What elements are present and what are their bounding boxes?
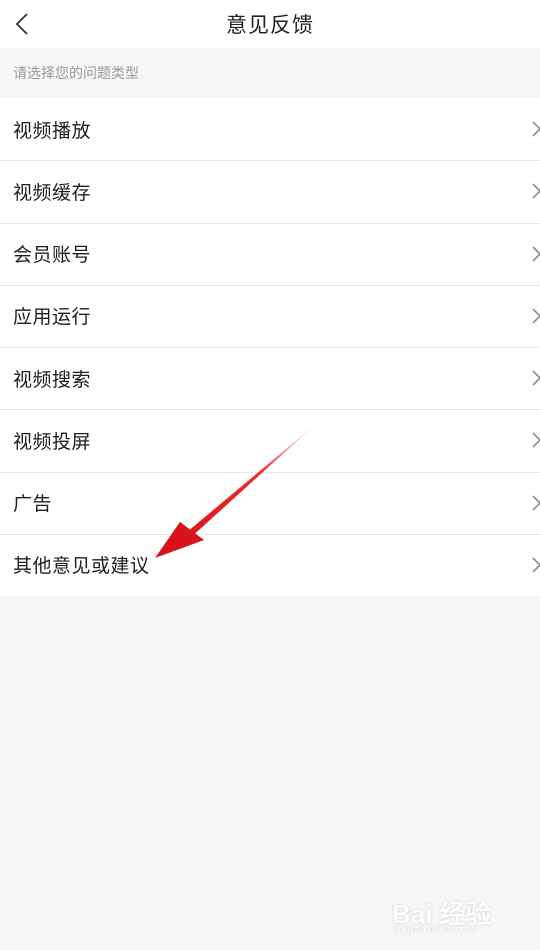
back-button[interactable] [4, 6, 40, 42]
section-hint: 请选择您的问题类型 [13, 66, 139, 82]
watermark-logo: Bai 经验 [392, 899, 492, 929]
issue-item-ads[interactable]: 广告 [0, 471, 540, 534]
issue-item-label: 视频缓存 [13, 181, 92, 204]
chevron-right-icon [532, 121, 540, 137]
issue-item-label: 视频播放 [13, 119, 92, 142]
issue-item-label: 其他意见或建议 [13, 555, 150, 578]
chevron-right-icon [532, 246, 540, 262]
issue-item-label: 视频搜索 [13, 368, 92, 391]
watermark-url: jingyan.baidu.com [394, 924, 475, 935]
issue-item-video-search[interactable]: 视频搜索 [0, 347, 540, 409]
issue-item-label: 视频投屏 [13, 430, 92, 453]
issue-item-video-playback[interactable]: 视频播放 [0, 98, 540, 160]
chevron-right-icon [532, 308, 540, 324]
issue-type-list: 视频播放 视频缓存 会员账号 应用运行 视频搜索 视频投屏 广告 其他意见或建议 [0, 98, 540, 596]
issue-item-member-account[interactable]: 会员账号 [0, 222, 540, 285]
page-title: 意见反馈 [226, 13, 314, 37]
issue-item-app-running[interactable]: 应用运行 [0, 284, 540, 347]
issue-item-label: 广告 [13, 493, 53, 516]
issue-item-video-cast[interactable]: 视频投屏 [0, 409, 540, 471]
feedback-screen: 意见反馈 请选择您的问题类型 视频播放 视频缓存 会员账号 应用运行 视频搜索 … [0, 0, 540, 950]
chevron-right-icon [532, 557, 540, 573]
chevron-left-icon [15, 13, 28, 35]
issue-item-label: 会员账号 [13, 244, 92, 267]
chevron-right-icon [532, 370, 540, 386]
issue-item-other-suggestions[interactable]: 其他意见或建议 [0, 533, 540, 596]
nav-header: 意见反馈 [0, 0, 540, 48]
issue-item-video-cache[interactable]: 视频缓存 [0, 160, 540, 222]
chevron-right-icon [532, 432, 540, 448]
chevron-right-icon [532, 183, 540, 199]
chevron-right-icon [532, 495, 540, 511]
issue-item-label: 应用运行 [13, 306, 92, 329]
watermark: Bai 经验 jingyan.baidu.com [392, 892, 512, 936]
